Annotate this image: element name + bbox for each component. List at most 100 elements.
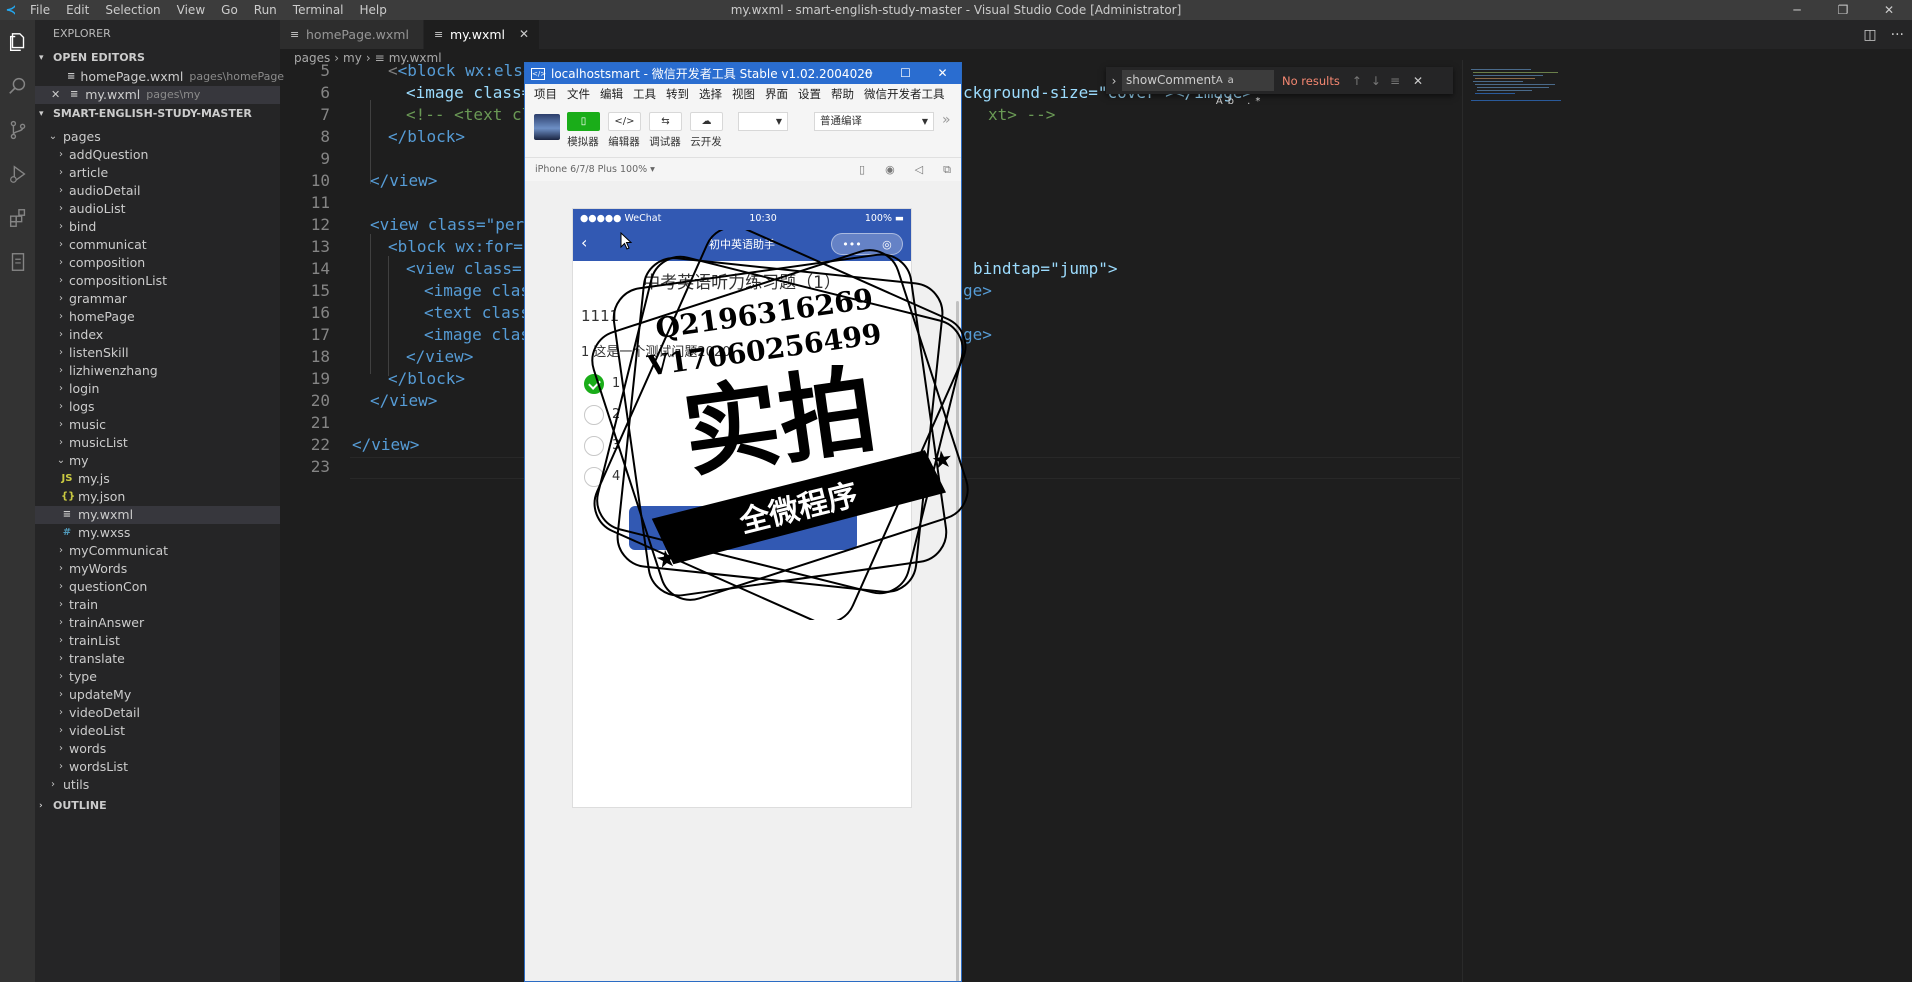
- file-item[interactable]: JS my.js: [35, 470, 280, 488]
- menu-run[interactable]: Run: [246, 0, 285, 20]
- folder-item[interactable]: › logs: [35, 398, 280, 416]
- dt-menu-item[interactable]: 文件: [562, 86, 595, 102]
- radio-icon[interactable]: [584, 466, 604, 487]
- folder-item[interactable]: › trainAnswer: [35, 614, 280, 632]
- folder-item[interactable]: › wordsList: [35, 758, 280, 776]
- folder-utils[interactable]: › utils: [35, 776, 280, 794]
- folder-item[interactable]: › musicList: [35, 434, 280, 452]
- dt-menu-item[interactable]: 设置: [793, 86, 826, 102]
- folder-item[interactable]: › questionCon: [35, 578, 280, 596]
- close-icon[interactable]: ✕: [924, 63, 961, 84]
- folder-item[interactable]: › trainList: [35, 632, 280, 650]
- folder-item[interactable]: › myCommunicat: [35, 542, 280, 560]
- folder-item[interactable]: › music: [35, 416, 280, 434]
- open-editor-item[interactable]: ≡ homePage.wxml pages\homePage: [35, 68, 284, 86]
- window-icon[interactable]: ⧉: [943, 163, 951, 177]
- menu-selection[interactable]: Selection: [97, 0, 168, 20]
- file-item[interactable]: # my.wxss: [35, 524, 280, 542]
- find-options[interactable]: Aa Ab .*: [1216, 70, 1274, 107]
- menu-go[interactable]: Go: [213, 0, 246, 20]
- radio-icon[interactable]: [584, 435, 604, 456]
- folder-pages[interactable]: ⌄ pages: [35, 128, 280, 146]
- close-icon[interactable]: ✕: [51, 86, 60, 104]
- phone-icon[interactable]: ▯: [859, 163, 865, 177]
- folder-item[interactable]: › article: [35, 164, 280, 182]
- run-debug-icon[interactable]: [0, 152, 35, 196]
- search-icon[interactable]: [0, 64, 35, 108]
- restore-icon[interactable]: ❐: [1820, 0, 1866, 20]
- folder-item[interactable]: › myWords: [35, 560, 280, 578]
- option-1[interactable]: 1: [573, 368, 911, 399]
- folder-item[interactable]: › train: [35, 596, 280, 614]
- dt-menu-item[interactable]: 界面: [760, 86, 793, 102]
- folder-item[interactable]: › index: [35, 326, 280, 344]
- radio-checked-icon[interactable]: [584, 373, 604, 394]
- dt-menu-item[interactable]: 帮助: [826, 86, 859, 102]
- open-editor-item[interactable]: ✕ ≡ my.wxml pages\my: [35, 86, 280, 104]
- more-icon[interactable]: »: [942, 112, 951, 128]
- folder-item[interactable]: › updateMy: [35, 686, 280, 704]
- dt-menu-item[interactable]: 微信开发者工具: [859, 86, 950, 102]
- close-icon[interactable]: ✕: [1866, 0, 1912, 20]
- folder-item[interactable]: › videoList: [35, 722, 280, 740]
- dt-menu-item[interactable]: 视图: [727, 86, 760, 102]
- folder-item[interactable]: › login: [35, 380, 280, 398]
- radio-icon[interactable]: [584, 404, 604, 425]
- dt-menu-item[interactable]: 编辑: [595, 86, 628, 102]
- cloud-dev-button[interactable]: ☁: [690, 112, 723, 131]
- find-input[interactable]: showComment Aa Ab .*: [1122, 70, 1274, 107]
- folder-item[interactable]: › translate: [35, 650, 280, 668]
- more-actions-icon[interactable]: ···: [1891, 27, 1904, 43]
- remote-explorer-icon[interactable]: [0, 240, 35, 284]
- volume-icon[interactable]: ◁: [915, 163, 923, 177]
- mini-program-capsule[interactable]: ••• ◎: [831, 233, 903, 255]
- dt-menu-item[interactable]: 选择: [694, 86, 727, 102]
- folder-item[interactable]: › addQuestion: [35, 146, 280, 164]
- debugger-button[interactable]: ⇆: [649, 112, 682, 131]
- menu-help[interactable]: Help: [352, 0, 395, 20]
- menu-file[interactable]: File: [22, 0, 58, 20]
- folder-item[interactable]: › grammar: [35, 290, 280, 308]
- project-header[interactable]: ▾ SMART-ENGLISH-STUDY-MASTER: [35, 104, 280, 124]
- maximize-icon[interactable]: ☐: [887, 63, 924, 84]
- menu-view[interactable]: View: [169, 0, 213, 20]
- folder-item[interactable]: › lizhiwenzhang: [35, 362, 280, 380]
- more-dots-icon[interactable]: •••: [842, 238, 861, 251]
- option-2[interactable]: 2: [573, 399, 911, 430]
- folder-item[interactable]: › type: [35, 668, 280, 686]
- close-icon[interactable]: ✕: [1413, 74, 1423, 88]
- minimap[interactable]: [1462, 60, 1562, 982]
- simulator-button[interactable]: ▯: [567, 112, 600, 131]
- dt-menu-item[interactable]: 转到: [661, 86, 694, 102]
- extensions-icon[interactable]: [0, 196, 35, 240]
- folder-item[interactable]: › listenSkill: [35, 344, 280, 362]
- submit-button[interactable]: 提交: [629, 506, 857, 550]
- tab-my[interactable]: ≡ my.wxml ✕: [423, 20, 540, 49]
- minimize-icon[interactable]: ─: [1774, 0, 1820, 20]
- folder-item[interactable]: › audioList: [35, 200, 280, 218]
- menu-terminal[interactable]: Terminal: [285, 0, 352, 20]
- minimize-icon[interactable]: ─: [850, 63, 887, 84]
- option-3[interactable]: 3: [573, 430, 911, 461]
- scrollbar[interactable]: [956, 301, 959, 981]
- compile-select[interactable]: 普通编译 ▼: [814, 112, 934, 131]
- folder-item[interactable]: › composition: [35, 254, 280, 272]
- find-nav-buttons[interactable]: ↑↓≡: [1352, 74, 1409, 88]
- file-item[interactable]: ≡ my.wxml: [35, 506, 280, 524]
- avatar[interactable]: [534, 114, 560, 140]
- dt-menu-item[interactable]: 项目: [529, 86, 562, 102]
- menu-edit[interactable]: Edit: [58, 0, 97, 20]
- mode-select[interactable]: ▼: [738, 112, 788, 131]
- file-item[interactable]: {} my.json: [35, 488, 280, 506]
- split-editor-icon[interactable]: ◫: [1863, 27, 1876, 43]
- dt-menu-item[interactable]: 工具: [628, 86, 661, 102]
- explorer-icon[interactable]: [0, 20, 35, 64]
- chevron-right-icon[interactable]: ›: [1106, 74, 1122, 88]
- folder-item[interactable]: › audioDetail: [35, 182, 280, 200]
- close-circle-icon[interactable]: ◎: [882, 238, 892, 251]
- folder-my[interactable]: ⌄ my: [35, 452, 280, 470]
- device-select[interactable]: iPhone 6/7/8 Plus 100% ▾: [535, 164, 655, 175]
- folder-item[interactable]: › communicat: [35, 236, 280, 254]
- record-icon[interactable]: ◉: [885, 163, 895, 177]
- tab-homepage[interactable]: ≡ homePage.wxml: [280, 20, 424, 49]
